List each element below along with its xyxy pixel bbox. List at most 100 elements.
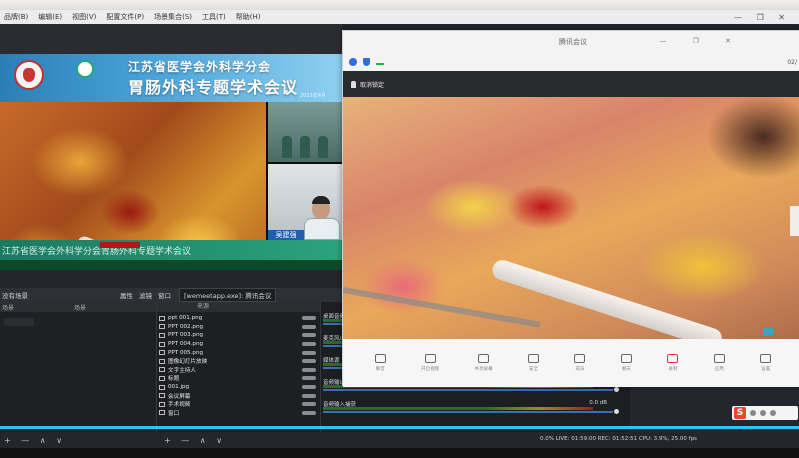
banner-title-line1: 江苏省医学会外科学分会 [128, 60, 272, 74]
volume-slider[interactable] [323, 389, 613, 391]
visibility-eye-icon[interactable] [302, 367, 316, 372]
menu-file[interactable]: 品牌(B) [4, 12, 28, 22]
share-screen-button[interactable]: 共享屏幕 [475, 354, 493, 372]
visibility-eye-icon[interactable] [302, 359, 316, 364]
chat-button[interactable]: 聊天 [620, 354, 632, 372]
ticker-text: 江苏省医学会外科学分会胃肠外科专题学术会议 [2, 247, 192, 257]
visibility-eye-icon[interactable] [302, 350, 316, 355]
signal-icon[interactable] [376, 59, 384, 65]
menu-view[interactable]: 视图(V) [72, 12, 96, 22]
source-item[interactable]: PPT 005.png [157, 348, 320, 357]
settings-icon [760, 354, 772, 363]
window-select[interactable]: [wemeetapp.exe]: 腾讯会议 [179, 288, 277, 302]
filters-button[interactable]: 滤镜 [139, 290, 152, 300]
menu-profile[interactable]: 配置文件(P) [106, 12, 144, 22]
source-item[interactable]: 001.jpg [157, 383, 320, 392]
visibility-eye-icon[interactable] [302, 393, 316, 398]
meeting-window-controls[interactable]: — ❐ ✕ [659, 37, 743, 45]
scenes-header: 场景 [2, 304, 15, 312]
ime-toolbar[interactable]: S [732, 406, 798, 420]
conference-banner: 江苏省医学会外科学分会 胃肠外科专题学术会议 2023年4月 [0, 54, 342, 102]
properties-button[interactable]: 属性 [120, 290, 133, 300]
toolbar-label: 应用 [714, 367, 724, 372]
settings-button[interactable]: 设置 [760, 354, 772, 372]
visibility-eye-icon[interactable] [302, 324, 316, 329]
pin-bar: 取消锁定 [343, 71, 799, 97]
unpin-label[interactable]: 取消锁定 [360, 80, 384, 89]
security-shield-icon[interactable] [363, 58, 370, 66]
video-icon [424, 354, 436, 363]
speaker-name-tag: 吴建强 [268, 230, 304, 240]
window-controls[interactable]: — ❐ ✕ [734, 13, 791, 22]
visibility-eye-icon[interactable] [302, 402, 316, 407]
record-icon [667, 354, 679, 363]
image-source-icon [159, 401, 165, 407]
source-label: PPT 005.png [168, 349, 204, 356]
video-button[interactable]: 开启视频 [421, 354, 439, 372]
image-source-icon [159, 393, 165, 399]
menu-edit[interactable]: 编辑(E) [38, 12, 62, 22]
mute-speaker-icon[interactable] [614, 387, 619, 392]
visibility-eye-icon[interactable] [302, 376, 316, 381]
visibility-eye-icon[interactable] [302, 342, 316, 347]
source-item[interactable]: ppt 001.png [157, 314, 320, 323]
scene-item[interactable] [4, 318, 34, 326]
source-item[interactable]: PPT 004.png [157, 340, 320, 349]
pin-icon[interactable] [351, 80, 356, 88]
security-button[interactable]: 安全 [528, 354, 540, 372]
source-item[interactable]: PPT 002.png [157, 323, 320, 332]
record-button[interactable]: 录制 [667, 354, 679, 372]
mute-speaker-icon[interactable] [614, 409, 619, 414]
visibility-eye-icon[interactable] [302, 410, 316, 415]
source-item[interactable]: 图像幻灯片放映 [157, 357, 320, 366]
scenes-dock: 场景 场景 [0, 302, 156, 432]
source-label: 001.jpg [168, 384, 190, 391]
members-button[interactable]: 成员 [574, 354, 586, 372]
sources-dock: 来源 ppt 001.png PPT 002.png PPT 003.png PPT … [156, 302, 320, 432]
apps-icon [713, 354, 725, 363]
image-source-icon [159, 358, 165, 364]
visibility-eye-icon[interactable] [302, 385, 316, 390]
source-item[interactable]: 会议屏幕 [157, 391, 320, 400]
meeting-toolbar: 静音 开启视频 共享屏幕 安全 成员 聊天 录制 应用 设置 [343, 339, 799, 387]
menu-scene-collection[interactable]: 场景集合(S) [154, 12, 192, 22]
meeting-window[interactable]: 腾讯会议 — ❐ ✕ 02/ 取消锁定 静音 开启视频 共享屏幕 安全 成员 聊天 录制 应用… [342, 30, 799, 387]
banner-date: 2023年4月 [300, 93, 326, 99]
side-tab[interactable] [790, 206, 799, 236]
source-item[interactable]: 标题 [157, 374, 320, 383]
source-item[interactable]: 文字主持人 [157, 366, 320, 375]
ime-option-icon[interactable] [770, 410, 776, 416]
sogou-ime-icon[interactable]: S [734, 407, 746, 419]
image-source-icon [159, 332, 165, 338]
society-logo-icon [14, 60, 44, 90]
scene-dock-controls[interactable]: + — ∧ ∨ [4, 436, 66, 445]
visibility-eye-icon[interactable] [302, 316, 316, 321]
visibility-eye-icon[interactable] [302, 333, 316, 338]
info-icon[interactable] [349, 58, 357, 66]
obs-preview[interactable]: 江苏省医学会外科学分会 胃肠外科专题学术会议 2023年4月 吴建强 江苏省医学… [0, 54, 342, 270]
meeting-titlebar[interactable]: 腾讯会议 — ❐ ✕ [343, 31, 799, 53]
image-source-icon [159, 410, 165, 416]
channel-db: 0.0 dB [589, 400, 607, 406]
scene-filter-header: 场景 [74, 304, 87, 312]
source-item[interactable]: 窗口 [157, 409, 320, 418]
source-item[interactable]: PPT 003.png [157, 331, 320, 340]
sources-header: 来源 [157, 302, 320, 312]
source-item[interactable]: 手术视频 [157, 400, 320, 409]
image-source-icon [159, 324, 165, 330]
source-label: PPT 002.png [168, 323, 204, 330]
ime-option-icon[interactable] [760, 410, 766, 416]
share-screen-icon [478, 354, 490, 363]
toolbar-label: 开启视频 [421, 367, 440, 372]
menu-help[interactable]: 帮助(H) [236, 12, 261, 22]
monitor-bezel-bottom [0, 448, 799, 458]
ticker-highlight [100, 242, 140, 248]
source-label: ppt 001.png [168, 315, 203, 322]
ime-option-icon[interactable] [750, 410, 756, 416]
mute-button[interactable]: 静音 [374, 354, 386, 372]
image-source-icon [159, 375, 165, 381]
source-dock-controls[interactable]: + — ∧ ∨ [164, 436, 226, 445]
volume-slider[interactable] [323, 411, 613, 413]
apps-button[interactable]: 应用 [713, 354, 725, 372]
menu-tools[interactable]: 工具(T) [202, 12, 226, 22]
